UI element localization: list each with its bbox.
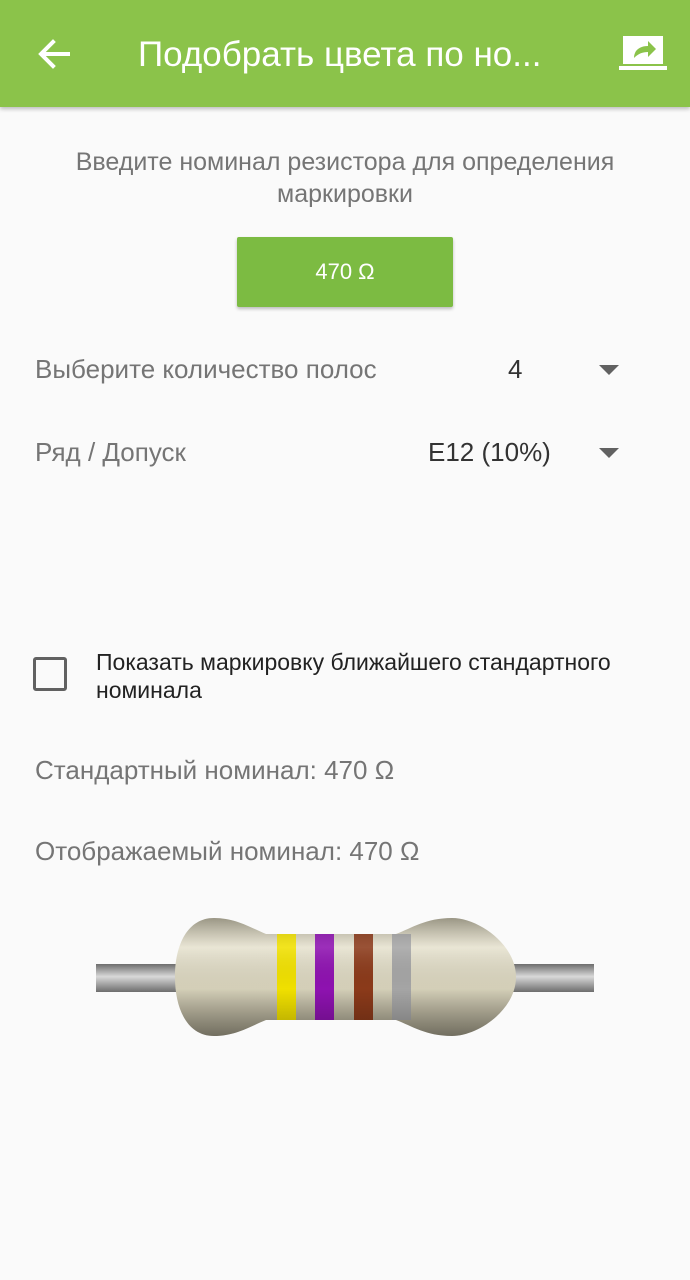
nearest-standard-label[interactable]: Показать маркировку ближайшего стандартн… xyxy=(96,648,666,704)
resistor-lead-right xyxy=(504,964,594,992)
dropdown-arrow-icon xyxy=(599,448,619,458)
displayed-value-text: Отображаемый номинал: 470 Ω xyxy=(35,836,420,866)
share-button[interactable] xyxy=(612,28,674,80)
bands-count-label: Выберите количество полос xyxy=(35,354,377,384)
page-title: Подобрать цвета по но... xyxy=(138,35,542,74)
resistance-value-button[interactable]: 470 Ω xyxy=(237,237,453,307)
resistor-image xyxy=(96,918,594,1036)
nearest-standard-checkbox[interactable] xyxy=(33,657,67,691)
bands-count-select[interactable]: 4 xyxy=(508,353,628,385)
arrow-back-icon xyxy=(38,39,70,69)
series-tolerance-value: E12 (10%) xyxy=(428,437,551,467)
standard-value-text: Стандартный номинал: 470 Ω xyxy=(35,755,395,785)
back-button[interactable] xyxy=(22,22,86,86)
resistor-lead-left xyxy=(96,964,188,992)
dropdown-arrow-icon xyxy=(599,365,619,375)
bands-count-value: 4 xyxy=(508,354,523,384)
series-tolerance-label: Ряд / Допуск xyxy=(35,437,186,467)
share-icon xyxy=(619,36,667,70)
instruction-text: Введите номинал резистора для определени… xyxy=(75,148,615,208)
series-tolerance-select[interactable]: E12 (10%) xyxy=(428,436,628,468)
app-bar: Подобрать цвета по но... xyxy=(0,0,690,107)
